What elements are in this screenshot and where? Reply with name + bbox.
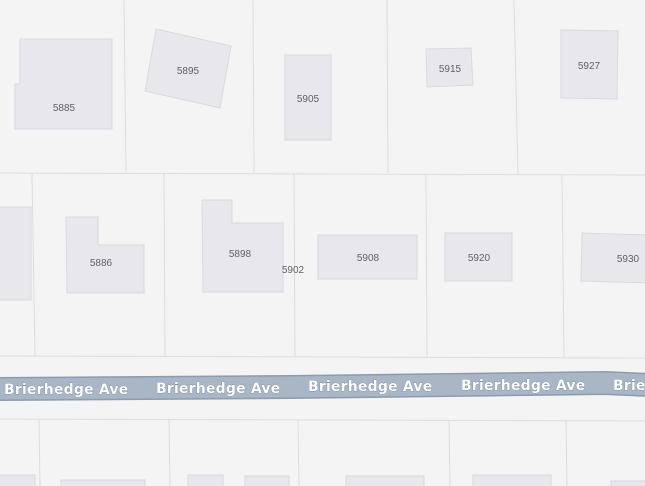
building-footprint[interactable] xyxy=(60,479,146,486)
building-5885[interactable]: 5885 xyxy=(14,38,113,130)
road-brierhedge-ave[interactable]: Brierhedge Ave Brierhedge Ave Brierhedge… xyxy=(0,371,645,401)
building-5930[interactable]: 5930 xyxy=(580,232,645,284)
building-footprint[interactable] xyxy=(0,474,36,486)
building-address: 5920 xyxy=(468,253,491,264)
building-footprint[interactable] xyxy=(187,474,224,486)
road-label: Brierhedge Ave xyxy=(308,379,432,395)
building-address: 5915 xyxy=(439,64,462,75)
building-5920[interactable]: 5920 xyxy=(444,232,513,282)
building-5915[interactable]: 5915 xyxy=(425,47,474,88)
building-footprint[interactable] xyxy=(472,474,552,486)
building-address: 5905 xyxy=(297,94,320,105)
building-footprint xyxy=(14,38,113,130)
address-label-5902: 5902 xyxy=(282,265,305,276)
building-5927[interactable]: 5927 xyxy=(560,29,619,100)
building-footprint xyxy=(0,206,32,301)
building-footprint[interactable] xyxy=(345,475,425,486)
road-label: Brierhedge Ave xyxy=(4,382,128,398)
building-address: 5927 xyxy=(578,61,601,72)
building-address: 5898 xyxy=(229,249,252,260)
building-partial-left[interactable] xyxy=(0,206,32,301)
building-5908[interactable]: 5908 xyxy=(317,234,418,280)
building-footprint[interactable] xyxy=(610,480,645,486)
building-5905[interactable]: 5905 xyxy=(284,54,332,141)
building-address: 5886 xyxy=(90,258,113,269)
building-footprint[interactable] xyxy=(244,475,290,486)
building-address: 5930 xyxy=(617,254,640,265)
building-address: 5895 xyxy=(177,66,200,77)
map-canvas[interactable]: 5885 5895 5905 5915 5927 5886 5898 5902 … xyxy=(0,0,645,486)
building-address: 5908 xyxy=(357,253,380,264)
road-label: Brierhedge Ave xyxy=(613,378,645,394)
road-label: Brierhedge Ave xyxy=(461,378,585,394)
building-address: 5885 xyxy=(53,103,76,114)
road-label: Brierhedge Ave xyxy=(156,381,280,397)
